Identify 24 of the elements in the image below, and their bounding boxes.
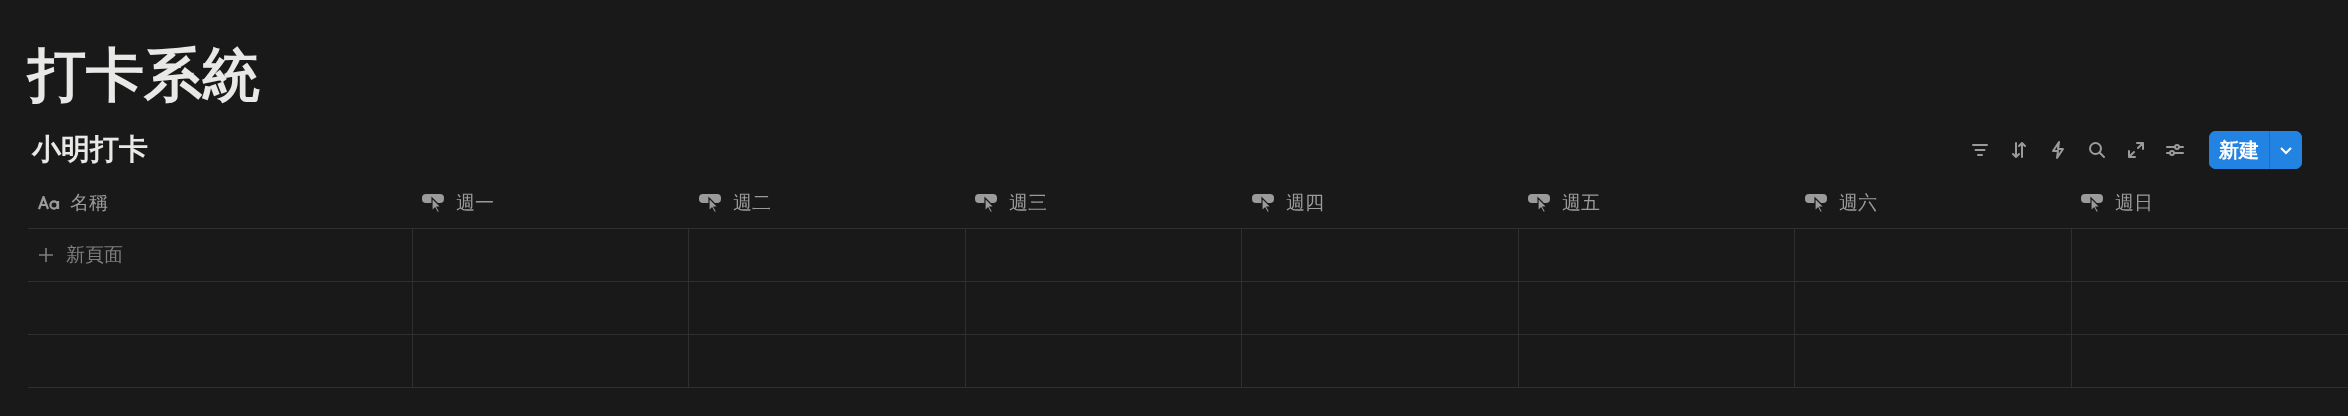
expand-icon[interactable] bbox=[2126, 140, 2146, 160]
column-header[interactable]: 週六 bbox=[1804, 189, 1877, 216]
cursor-button-icon bbox=[1251, 192, 1276, 213]
dropdown-button[interactable] bbox=[2269, 131, 2302, 169]
page-title: 打卡系統 bbox=[28, 40, 260, 111]
column-header[interactable]: 週一 bbox=[422, 189, 495, 216]
database-title: 小明打卡 bbox=[32, 131, 149, 168]
sort-icon[interactable] bbox=[2009, 140, 2029, 160]
cursor-button-icon bbox=[1528, 192, 1553, 213]
column-header[interactable]: 週三 bbox=[975, 189, 1048, 216]
cursor-button-icon bbox=[2081, 192, 2106, 213]
cursor-button-icon bbox=[1804, 192, 1829, 213]
column-header[interactable]: 週四 bbox=[1251, 189, 1324, 216]
text-icon bbox=[38, 196, 60, 210]
cursor-button-icon bbox=[975, 192, 1000, 213]
cursor-button-icon bbox=[422, 192, 447, 213]
column-header[interactable]: 名稱 bbox=[38, 190, 108, 216]
column-header[interactable]: 週五 bbox=[1528, 189, 1601, 216]
column-header[interactable]: 週二 bbox=[698, 189, 771, 216]
new-page-button[interactable]: 新頁面 bbox=[38, 242, 123, 268]
search-icon[interactable] bbox=[2087, 140, 2107, 160]
cursor-button-icon bbox=[698, 192, 723, 213]
plus-icon bbox=[38, 247, 54, 263]
column-header[interactable]: 週日 bbox=[2081, 189, 2154, 216]
